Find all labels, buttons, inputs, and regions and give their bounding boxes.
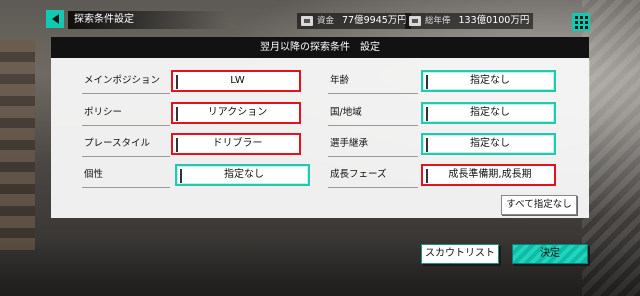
funds-label: 資金 [317,16,335,26]
back-arrow-icon[interactable] [46,10,64,28]
total-salary-label: 総年俸 [425,16,451,26]
policy-label: ポリシー [84,107,123,118]
total-salary-display: 総年俸 133億0100万円 [405,13,534,29]
divider [82,156,170,157]
divider [82,93,170,94]
screen-title: 探索条件設定 [68,11,228,29]
divider [328,93,418,94]
divider [82,187,170,188]
grid-menu-icon[interactable] [572,13,590,31]
individuality-select[interactable]: 指定なし [175,164,310,186]
growth-phase-select[interactable]: 成長準備期,成長期 [421,164,556,186]
region-select[interactable]: 指定なし [421,102,556,124]
divider [82,125,170,126]
player-inherit-label: 選手継承 [330,138,369,149]
divider [328,187,418,188]
money-icon [301,16,313,26]
age-select[interactable]: 指定なし [421,70,556,92]
play-style-label: プレースタイル [84,138,151,149]
policy-select[interactable]: リアクション [171,102,301,124]
age-label: 年齢 [330,75,350,86]
individuality-label: 個性 [84,169,104,180]
scout-list-button[interactable]: スカウトリスト [421,244,499,264]
growth-phase-label: 成長フェーズ [330,169,387,180]
main-position-label: メインポジション [84,75,161,86]
background-shelf [0,40,35,250]
funds-display: 資金 77億9945万円 [297,13,411,29]
total-salary-value: 133億0100万円 [458,15,530,26]
clear-all-button[interactable]: すべて指定なし [501,195,577,215]
player-inherit-select[interactable]: 指定なし [421,133,556,155]
play-style-select[interactable]: ドリブラー [171,133,301,155]
confirm-button[interactable]: 決定 [512,244,588,264]
divider [328,125,418,126]
divider [328,156,418,157]
funds-value: 77億9945万円 [342,15,407,26]
region-label: 国/地域 [330,107,362,118]
main-position-select[interactable]: LW [171,70,301,92]
money-icon [409,16,421,26]
panel-title: 翌月以降の探索条件 設定 [51,37,589,58]
top-bar: 探索条件設定 資金 77億9945万円 総年俸 133億0100万円 [0,4,640,31]
